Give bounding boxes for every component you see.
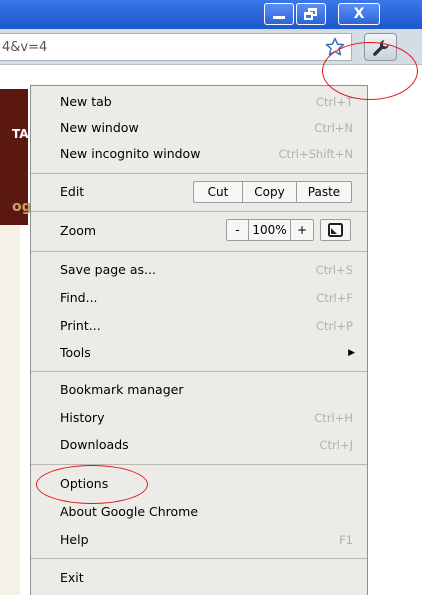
menu-separator (31, 558, 367, 559)
zoom-out-button[interactable]: - (227, 220, 249, 240)
menu-item-help[interactable]: Help F1 (31, 527, 367, 553)
restore-button[interactable] (296, 3, 326, 25)
menu-item-find[interactable]: Find... Ctrl+F (31, 285, 367, 311)
menu-item-new-incognito-window[interactable]: New incognito window Ctrl+Shift+N (31, 141, 367, 167)
fullscreen-button[interactable] (320, 219, 351, 241)
menu-item-tools[interactable]: Tools ▶ (31, 340, 367, 366)
page-text-fragment: TA (12, 127, 29, 141)
close-button[interactable]: X (338, 3, 380, 25)
page-text-fragment: og (12, 199, 32, 215)
fullscreen-icon (328, 223, 343, 237)
menu-separator (31, 173, 367, 174)
copy-button[interactable]: Copy (243, 182, 297, 202)
page-banner: TA og (0, 89, 32, 225)
edit-button-group: Cut Copy Paste (193, 181, 352, 203)
minimize-icon (273, 16, 285, 19)
menu-separator (31, 211, 367, 212)
menu-item-zoom: Zoom - 100% + (31, 214, 367, 248)
menu-item-new-tab[interactable]: New tab Ctrl+T (31, 89, 367, 115)
zoom-level: 100% (249, 220, 291, 240)
close-icon: X (353, 6, 365, 22)
url-text: 4&v=4 (2, 40, 48, 55)
zoom-controls: - 100% + (226, 219, 314, 241)
paste-button[interactable]: Paste (297, 182, 351, 202)
menu-item-save-page-as[interactable]: Save page as... Ctrl+S (31, 257, 367, 283)
menu-item-new-window[interactable]: New window Ctrl+N (31, 115, 367, 141)
window-titlebar: X (0, 0, 422, 29)
menu-separator (31, 251, 367, 252)
zoom-in-button[interactable]: + (291, 220, 313, 240)
menu-item-edit: Edit Cut Copy Paste (31, 176, 367, 208)
menu-item-bookmark-manager[interactable]: Bookmark manager (31, 377, 367, 403)
menu-separator (31, 371, 367, 372)
menu-item-print[interactable]: Print... Ctrl+P (31, 313, 367, 339)
cut-button[interactable]: Cut (194, 182, 243, 202)
address-bar[interactable]: 4&v=4 (0, 33, 352, 61)
menu-item-downloads[interactable]: Downloads Ctrl+J (31, 432, 367, 458)
submenu-arrow-icon: ▶ (348, 348, 355, 358)
menu-item-history[interactable]: History Ctrl+H (31, 405, 367, 431)
page-background (0, 225, 20, 595)
minimize-button[interactable] (264, 3, 294, 25)
chrome-menu: New tab Ctrl+T New window Ctrl+N New inc… (30, 85, 368, 595)
menu-item-exit[interactable]: Exit (31, 565, 367, 591)
annotation-circle-wrench (322, 42, 418, 100)
annotation-circle-options (36, 465, 148, 504)
